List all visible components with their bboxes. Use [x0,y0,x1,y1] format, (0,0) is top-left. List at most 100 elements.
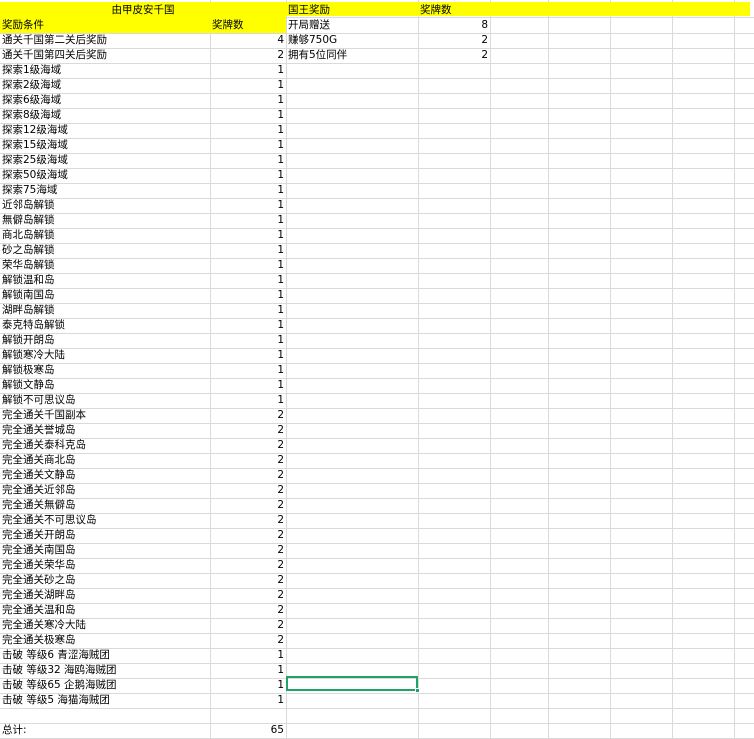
reward-condition-cell[interactable]: 完全通关文静岛 [0,468,210,483]
medal-count-cell[interactable]: 2 [210,48,286,63]
left-header-count[interactable]: 奖牌数 [210,18,286,33]
medal-count-cell[interactable]: 2 [210,423,286,438]
medal-count-cell[interactable]: 1 [210,693,286,708]
king-reward-cell[interactable]: 赚够750G [286,33,418,48]
medal-count-cell[interactable]: 2 [210,573,286,588]
reward-condition-cell[interactable]: 完全通关無僻岛 [0,498,210,513]
medal-count-cell[interactable]: 2 [210,468,286,483]
spreadsheet-grid[interactable]: 由甲皮安千国 奖励条件 奖牌数 国王奖励 奖牌数 通关千国第二关后奖励 4 通关千国… [0,0,754,739]
reward-condition-cell[interactable]: 解锁温和岛 [0,273,210,288]
king-reward-count-cell[interactable]: 2 [418,48,490,63]
reward-condition-cell[interactable]: 湖畔岛解锁 [0,303,210,318]
reward-condition-cell[interactable]: 完全通关温和岛 [0,603,210,618]
total-label[interactable]: 总计: [0,723,210,738]
medal-count-cell[interactable]: 2 [210,528,286,543]
reward-condition-cell[interactable]: 击破 等级32 海鸥海贼团 [0,663,210,678]
king-reward-count-cell[interactable]: 8 [418,18,490,33]
medal-count-cell[interactable]: 1 [210,93,286,108]
medal-count-cell[interactable]: 2 [210,603,286,618]
reward-condition-cell[interactable]: 探索75海域 [0,183,210,198]
reward-condition-cell[interactable]: 砂之岛解锁 [0,243,210,258]
medal-count-cell[interactable]: 1 [210,378,286,393]
medal-count-cell[interactable]: 1 [210,138,286,153]
medal-count-cell[interactable]: 2 [210,543,286,558]
reward-condition-cell[interactable]: 完全通关南国岛 [0,543,210,558]
medal-count-cell[interactable]: 1 [210,168,286,183]
reward-condition-cell[interactable]: 探索25级海域 [0,153,210,168]
medal-count-cell[interactable]: 1 [210,363,286,378]
medal-count-cell[interactable]: 2 [210,408,286,423]
reward-condition-cell[interactable]: 完全通关近邻岛 [0,483,210,498]
reward-condition-cell[interactable]: 完全通关泰科克岛 [0,438,210,453]
reward-condition-cell[interactable]: 通关千国第四关后奖励 [0,48,210,63]
medal-count-cell[interactable]: 1 [210,348,286,363]
reward-condition-cell[interactable]: 击破 等级65 企鹅海贼团 [0,678,210,693]
reward-condition-cell[interactable]: 無僻岛解锁 [0,213,210,228]
reward-condition-cell[interactable]: 击破 等级5 海猫海贼团 [0,693,210,708]
reward-condition-cell[interactable]: 解锁开朗岛 [0,333,210,348]
medal-count-cell[interactable]: 1 [210,153,286,168]
reward-condition-cell[interactable]: 泰克特岛解锁 [0,318,210,333]
reward-condition-cell[interactable]: 完全通关不可思议岛 [0,513,210,528]
reward-condition-cell[interactable]: 解锁极寒岛 [0,363,210,378]
left-header-condition[interactable]: 奖励条件 [0,18,210,33]
king-reward-cell[interactable]: 开局赠送 [286,18,418,33]
medal-count-cell[interactable]: 1 [210,243,286,258]
reward-condition-cell[interactable]: 通关千国第二关后奖励 [0,33,210,48]
reward-condition-cell[interactable]: 完全通关千国副本 [0,408,210,423]
medal-count-cell[interactable]: 2 [210,453,286,468]
medal-count-cell[interactable]: 1 [210,63,286,78]
medal-count-cell[interactable]: 1 [210,108,286,123]
reward-condition-cell[interactable]: 探索2级海域 [0,78,210,93]
reward-condition-cell[interactable]: 击破 等级6 青涩海贼团 [0,648,210,663]
reward-condition-cell[interactable]: 探索1级海域 [0,63,210,78]
reward-condition-cell[interactable]: 近邻岛解锁 [0,198,210,213]
medal-count-cell[interactable]: 1 [210,213,286,228]
medal-count-cell[interactable]: 2 [210,498,286,513]
reward-condition-cell[interactable]: 完全通关寒冷大陆 [0,618,210,633]
medal-count-cell[interactable]: 2 [210,513,286,528]
medal-count-cell[interactable]: 1 [210,228,286,243]
reward-condition-cell[interactable]: 完全通关湖畔岛 [0,588,210,603]
total-value[interactable]: 65 [210,723,286,738]
reward-condition-cell[interactable]: 商北岛解锁 [0,228,210,243]
medal-count-cell[interactable]: 1 [210,288,286,303]
medal-count-cell[interactable]: 2 [210,588,286,603]
medal-count-cell[interactable]: 1 [210,273,286,288]
left-table-title[interactable]: 由甲皮安千国 [0,3,286,18]
medal-count-cell[interactable]: 2 [210,483,286,498]
reward-condition-cell[interactable]: 解锁南国岛 [0,288,210,303]
reward-condition-cell[interactable]: 完全通关开朗岛 [0,528,210,543]
medal-count-cell[interactable]: 1 [210,123,286,138]
reward-condition-cell[interactable]: 完全通关砂之岛 [0,573,210,588]
medal-count-cell[interactable]: 1 [210,303,286,318]
reward-condition-cell[interactable]: 解锁文静岛 [0,378,210,393]
reward-condition-cell[interactable]: 完全通关商北岛 [0,453,210,468]
reward-condition-cell[interactable]: 完全通关誉城岛 [0,423,210,438]
reward-condition-cell[interactable]: 探索50级海域 [0,168,210,183]
medal-count-cell[interactable]: 2 [210,438,286,453]
reward-condition-cell[interactable]: 探索8级海域 [0,108,210,123]
medal-count-cell[interactable]: 2 [210,558,286,573]
active-cell-selection[interactable] [286,676,418,691]
right-header-reward[interactable]: 国王奖励 [286,3,418,18]
reward-condition-cell[interactable]: 探索12级海域 [0,123,210,138]
medal-count-cell[interactable]: 1 [210,258,286,273]
right-header-count[interactable]: 奖牌数 [418,3,490,18]
reward-condition-cell[interactable]: 完全通关荣华岛 [0,558,210,573]
medal-count-cell[interactable]: 1 [210,393,286,408]
fill-handle[interactable] [415,688,420,693]
reward-condition-cell[interactable]: 荣华岛解锁 [0,258,210,273]
medal-count-cell[interactable]: 1 [210,678,286,693]
medal-count-cell[interactable]: 1 [210,198,286,213]
medal-count-cell[interactable]: 4 [210,33,286,48]
medal-count-cell[interactable]: 1 [210,78,286,93]
medal-count-cell[interactable]: 1 [210,648,286,663]
reward-condition-cell[interactable]: 解锁寒冷大陆 [0,348,210,363]
reward-condition-cell[interactable]: 解锁不可思议岛 [0,393,210,408]
medal-count-cell[interactable]: 1 [210,333,286,348]
medal-count-cell[interactable]: 1 [210,318,286,333]
reward-condition-cell[interactable]: 探索6级海域 [0,93,210,108]
medal-count-cell[interactable]: 1 [210,663,286,678]
king-reward-cell[interactable]: 拥有5位同伴 [286,48,418,63]
